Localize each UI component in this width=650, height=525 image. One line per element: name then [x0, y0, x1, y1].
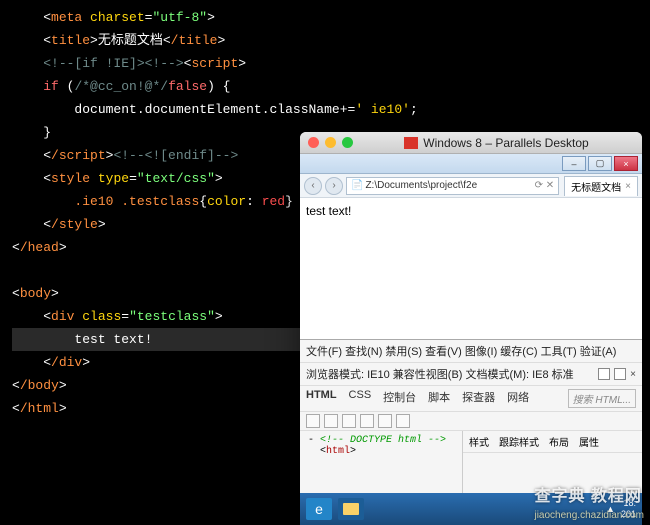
- tag-close-script: /script: [51, 148, 106, 163]
- devtools-tab-script[interactable]: 脚本: [428, 389, 450, 408]
- devtools-tool-icon[interactable]: [324, 414, 338, 428]
- devtools-tab-console[interactable]: 控制台: [383, 389, 416, 408]
- attr-charset: charset: [90, 10, 145, 25]
- ie-refresh-icon[interactable]: ⟳ ✕: [535, 180, 555, 191]
- devtools-mode-bar[interactable]: 浏览器模式: IE10 兼容性视图(B) 文档模式(M): IE8 标准 ×: [300, 363, 642, 386]
- comment-endif: <!--<![endif]-->: [113, 148, 238, 163]
- parallels-app-icon: [404, 137, 418, 149]
- attr-class: class: [82, 309, 121, 324]
- devtools-tool-icon[interactable]: [396, 414, 410, 428]
- tag-close-div: /div: [51, 355, 82, 370]
- side-tab-attrs[interactable]: 属性: [579, 434, 599, 449]
- ie-url-text: Z:\Documents\project\f2e: [365, 180, 477, 191]
- devtools-mode-controls: ×: [598, 366, 636, 382]
- devtools-tab-css[interactable]: CSS: [349, 389, 372, 408]
- watermark-cn: 查字典 教程网: [534, 488, 641, 505]
- keyword-if: if: [43, 79, 59, 94]
- code-line: <title>无标题文档</title>: [12, 29, 638, 52]
- devtools-close-icon[interactable]: ×: [630, 369, 636, 380]
- devtools-tab-network[interactable]: 网络: [507, 389, 529, 408]
- ie-forward-button[interactable]: ›: [325, 177, 343, 195]
- win-minimize-button[interactable]: –: [562, 156, 586, 171]
- devtools-doctype: - <!-- DOCTYPE html -->: [308, 435, 454, 446]
- window-title-text: Windows 8 – Parallels Desktop: [423, 136, 588, 150]
- devtools-toolbar: [300, 412, 642, 431]
- ie-back-button[interactable]: ‹: [304, 177, 322, 195]
- keyword-false: false: [168, 79, 207, 94]
- devtools-menu-bar[interactable]: 文件(F) 查找(N) 禁用(S) 查看(V) 图像(I) 缓存(C) 工具(T…: [300, 340, 642, 363]
- tag-script: script: [191, 56, 238, 71]
- css-val: red: [262, 194, 285, 209]
- win-close-button[interactable]: ×: [614, 156, 638, 171]
- tag-body: body: [20, 286, 51, 301]
- ie-tab-title: 无标题文档: [571, 179, 621, 194]
- side-tab-trace[interactable]: 跟踪样式: [499, 434, 539, 449]
- comment-if-ie: <!--[if !IE]><!-->: [43, 56, 183, 71]
- devtools-tab-html[interactable]: HTML: [306, 389, 337, 408]
- ie-devtools: 文件(F) 查找(N) 禁用(S) 查看(V) 图像(I) 缓存(C) 工具(T…: [300, 339, 642, 493]
- window-title: Windows 8 – Parallels Desktop: [359, 136, 634, 150]
- devtools-tabs: HTML CSS 控制台 脚本 探查器 网络 搜索 HTML...: [300, 386, 642, 412]
- win-maximize-button[interactable]: ▢: [588, 156, 612, 171]
- tag-close-body: /body: [20, 378, 59, 393]
- attr-type: type: [98, 171, 129, 186]
- devtools-tool-icon[interactable]: [306, 414, 320, 428]
- windows-window-chrome: – ▢ ×: [300, 154, 642, 174]
- side-tab-styles[interactable]: 样式: [469, 434, 489, 449]
- devtools-tool-icon[interactable]: [342, 414, 356, 428]
- tag-div: div: [51, 309, 74, 324]
- tag-meta: meta: [51, 10, 82, 25]
- devtools-tool-icon[interactable]: [378, 414, 392, 428]
- css-prop: color: [207, 194, 246, 209]
- code-line: document.documentElement.className+=' ie…: [12, 98, 638, 121]
- devtools-mode-text: 浏览器模式: IE10 兼容性视图(B) 文档模式(M): IE8 标准: [306, 366, 574, 382]
- js-docel: documentElement: [145, 102, 262, 117]
- op-pluseq: +=: [340, 102, 356, 117]
- devtools-html-panel[interactable]: - <!-- DOCTYPE html --> <html>: [300, 431, 462, 493]
- devtools-popout-icon[interactable]: [614, 368, 626, 380]
- code-line: <!--[if !IE]><!--><script>: [12, 52, 638, 75]
- js-classname: className: [270, 102, 340, 117]
- tag-close-style: /style: [51, 217, 98, 232]
- close-icon[interactable]: [308, 137, 319, 148]
- cc-comment: /*@cc_on!@*/: [74, 79, 168, 94]
- css-selector: .ie10 .testclass: [74, 194, 199, 209]
- ie-url-field[interactable]: 📄 Z:\Documents\project\f2e ⟳ ✕: [346, 177, 559, 195]
- side-tab-layout[interactable]: 布局: [549, 434, 569, 449]
- page-text: test text!: [306, 204, 351, 218]
- devtools-search-input[interactable]: 搜索 HTML...: [568, 389, 636, 408]
- ie-content-area: test text!: [300, 198, 642, 339]
- tag-close-head: /head: [20, 240, 59, 255]
- ie-address-bar: ‹ › 📄 Z:\Documents\project\f2e ⟳ ✕ 无标题文档…: [300, 174, 642, 198]
- devtools-html-node[interactable]: <html>: [308, 446, 454, 457]
- mac-titlebar[interactable]: Windows 8 – Parallels Desktop: [300, 132, 642, 154]
- tag-style: style: [51, 171, 90, 186]
- devtools-tab-profiler[interactable]: 探查器: [462, 389, 495, 408]
- minimize-icon[interactable]: [325, 137, 336, 148]
- js-document: document: [74, 102, 136, 117]
- devtools-minimize-icon[interactable]: [598, 368, 610, 380]
- devtools-side-tabs: 样式 跟踪样式 布局 属性: [463, 431, 642, 453]
- devtools-tool-icon[interactable]: [360, 414, 374, 428]
- val-utf8: "utf-8": [152, 10, 207, 25]
- tag-close-html: /html: [20, 401, 59, 416]
- taskbar-explorer-icon[interactable]: [338, 498, 364, 520]
- code-line: if (/*@cc_on!@*/false) {: [12, 75, 638, 98]
- title-text: 无标题文档: [98, 33, 163, 48]
- str-ie10: ' ie10': [355, 102, 410, 117]
- ie-protocol-icon: 📄: [351, 180, 363, 191]
- parallels-window[interactable]: Windows 8 – Parallels Desktop – ▢ × ‹ › …: [300, 132, 642, 525]
- windows-vm-area: – ▢ × ‹ › 📄 Z:\Documents\project\f2e ⟳ ✕…: [300, 154, 642, 525]
- watermark-url: jiaocheng.chazidian.com: [534, 510, 644, 521]
- watermark: 查字典 教程网 jiaocheng.chazidian.com: [534, 482, 644, 521]
- tag-title: title: [51, 33, 90, 48]
- ie-tab[interactable]: 无标题文档 ×: [564, 176, 638, 196]
- ie-tab-close-icon[interactable]: ×: [625, 181, 631, 192]
- code-line: <meta charset="utf-8">: [12, 6, 638, 29]
- taskbar-ie-icon[interactable]: e: [306, 498, 332, 520]
- val-textcss: "text/css": [137, 171, 215, 186]
- text-testtext: test text!: [74, 332, 152, 347]
- val-testclass: "testclass": [129, 309, 215, 324]
- zoom-icon[interactable]: [342, 137, 353, 148]
